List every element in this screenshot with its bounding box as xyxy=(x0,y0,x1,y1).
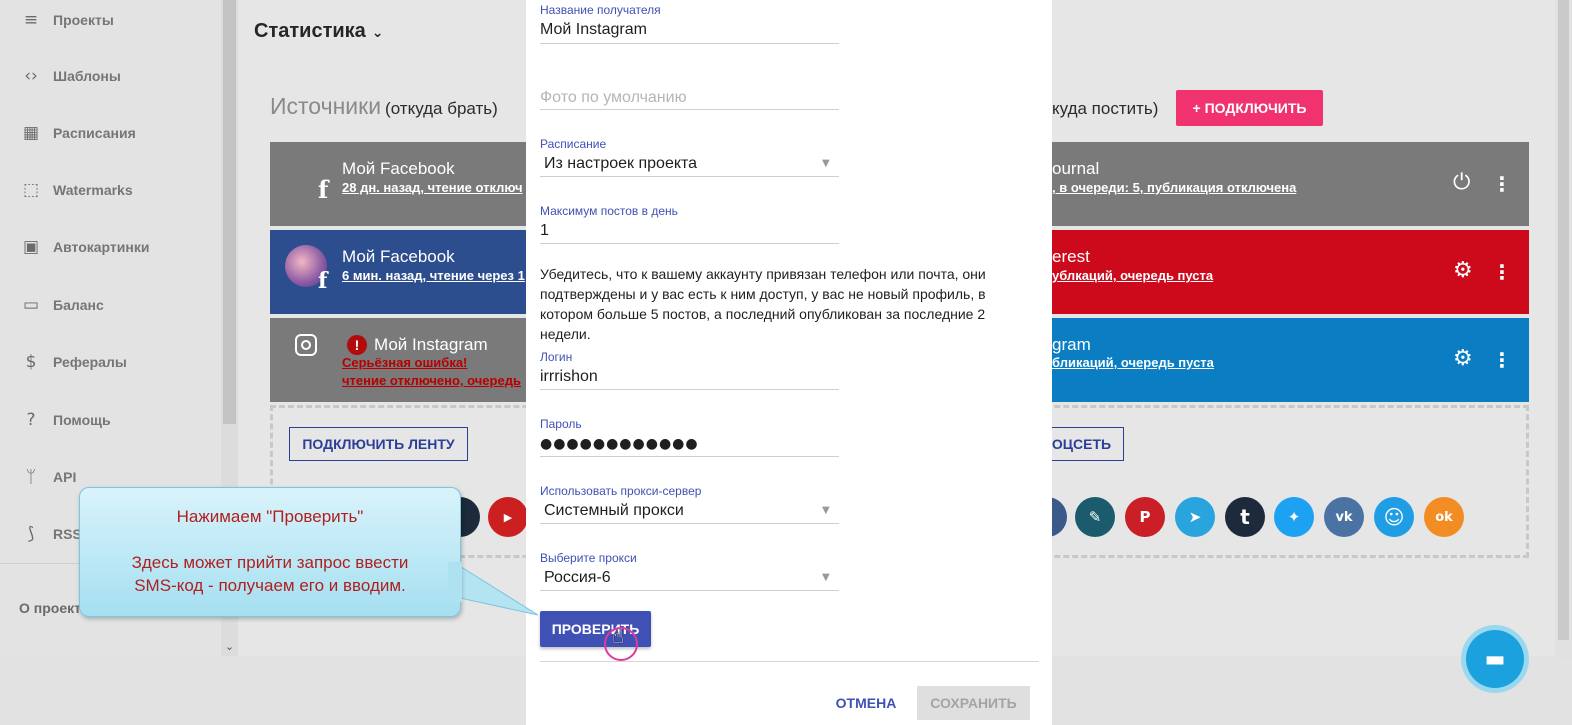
telegram-icon[interactable]: ➤ xyxy=(1175,497,1215,537)
dialog-divider xyxy=(540,661,1039,662)
pinterest-icon[interactable]: P xyxy=(1125,497,1165,537)
destination-title: ournal xyxy=(1052,159,1100,178)
vk-icon[interactable]: vk xyxy=(1324,497,1364,537)
max-posts-label: Максимум постов в день xyxy=(540,204,678,218)
field-underline xyxy=(540,389,839,390)
connect-network-button[interactable]: ОЦСЕТЬ xyxy=(1040,427,1124,461)
callout-line-2: Здесь может прийти запрос ввести xyxy=(131,553,409,572)
field-underline xyxy=(540,243,839,244)
field-underline xyxy=(540,590,839,591)
cancel-button[interactable]: ОТМЕНА xyxy=(826,686,906,720)
field-underline xyxy=(540,109,839,110)
more-vert-icon[interactable]: ⋮ xyxy=(1492,172,1512,196)
power-icon[interactable]: ⏻ xyxy=(1453,170,1470,195)
proxy-label: Использовать прокси-сервер xyxy=(540,484,702,498)
destination-status[interactable]: , в очереди: 5, публикация отключена xyxy=(1052,180,1296,195)
callout-line-3: SMS-код - получаем его и вводим. xyxy=(134,576,406,595)
twitter-icon[interactable]: ✦ xyxy=(1274,497,1314,537)
destination-title: erest xyxy=(1052,247,1090,266)
password-input[interactable]: ●●●●●●●●●●●● xyxy=(540,436,699,452)
connect-button[interactable]: + ПОДКЛЮЧИТЬ xyxy=(1176,90,1323,126)
settings-icon[interactable]: ⚙ xyxy=(1453,258,1473,283)
field-underline xyxy=(540,456,839,457)
proxy-select[interactable]: Системный прокси xyxy=(544,502,684,520)
destination-title: gram xyxy=(1052,335,1091,354)
dropdown-caret-icon[interactable]: ▼ xyxy=(822,572,830,583)
hand-cursor-icon: ☝ xyxy=(612,624,625,648)
destinations-subtitle: куда постить) xyxy=(1052,99,1159,118)
field-underline xyxy=(540,523,839,524)
tumblr-icon[interactable]: t xyxy=(1225,497,1265,537)
livejournal-icon[interactable]: ✎ xyxy=(1075,497,1115,537)
schedule-select[interactable]: Из настроек проекта xyxy=(544,155,697,173)
dropdown-caret-icon[interactable]: ▼ xyxy=(822,505,830,516)
destination-card[interactable]: ournal , в очереди: 5, публикация отключ… xyxy=(1052,142,1529,226)
odnoklassniki-icon[interactable]: ok xyxy=(1424,497,1464,537)
default-photo-input[interactable]: Фото по умолчанию xyxy=(540,89,687,107)
dropdown-caret-icon[interactable]: ▼ xyxy=(822,158,830,169)
smile-icon[interactable]: ☺ xyxy=(1374,497,1414,537)
destination-card[interactable]: erest ублкаций, очередь пуста ⚙ ⋮ xyxy=(1052,230,1529,314)
settings-icon[interactable]: ⚙ xyxy=(1453,346,1473,371)
more-vert-icon[interactable]: ⋮ xyxy=(1492,348,1512,372)
destination-status[interactable]: бликаций, очередь пуста xyxy=(1052,355,1214,370)
chat-icon[interactable]: ▬ xyxy=(1466,630,1524,688)
field-underline xyxy=(540,43,839,44)
save-button[interactable]: СОХРАНИТЬ xyxy=(917,686,1030,720)
destination-status[interactable]: ублкаций, очередь пуста xyxy=(1052,268,1213,283)
more-vert-icon[interactable]: ⋮ xyxy=(1492,260,1512,284)
callout-line-1: Нажимаем "Проверить" xyxy=(176,507,364,526)
scroll-down-icon[interactable]: ⌄ xyxy=(222,640,237,655)
account-notice: Убедитесь, что к вашему аккаунту привяза… xyxy=(540,266,986,342)
page-scroll-thumb[interactable] xyxy=(1558,0,1569,640)
destination-card[interactable]: gram бликаций, очередь пуста ⚙ ⋮ xyxy=(1052,318,1529,402)
field-underline xyxy=(540,176,839,177)
